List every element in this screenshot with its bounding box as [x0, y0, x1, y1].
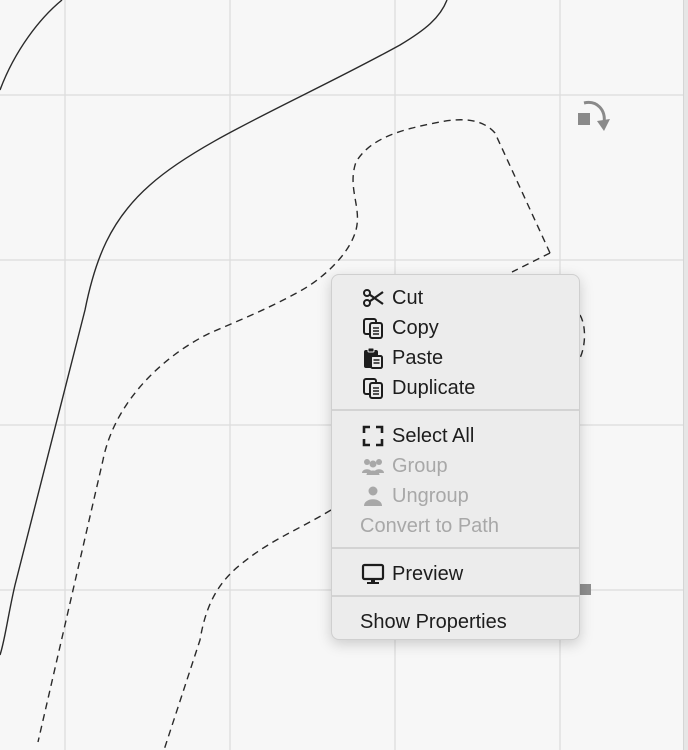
solid-curve-path[interactable]	[0, 0, 63, 91]
menu-item-select-all[interactable]: Select All	[332, 421, 579, 451]
menu-item-label: Select All	[392, 424, 475, 447]
menu-item-label: Preview	[392, 562, 464, 585]
menu-item-preview[interactable]: Preview	[332, 559, 579, 589]
ungroup-icon	[360, 483, 386, 509]
menu-item-label: Cut	[392, 286, 424, 309]
window-edge	[683, 0, 688, 750]
menu-item-show-properties[interactable]: Show Properties	[332, 607, 579, 637]
select-all-icon	[360, 423, 386, 449]
group-icon	[360, 453, 386, 479]
menu-item-ungroup[interactable]: Ungroup	[332, 481, 579, 511]
menu-item-cut[interactable]: Cut	[332, 283, 579, 313]
menu-separator	[332, 547, 579, 549]
scissors-icon	[360, 285, 386, 311]
menu-separator	[332, 595, 579, 597]
menu-item-label: Duplicate	[392, 376, 476, 399]
menu-separator	[332, 409, 579, 411]
copy-icon	[360, 315, 386, 341]
menu-item-convert-to-path[interactable]: Convert to Path	[332, 511, 579, 541]
rotate-handle-icon[interactable]	[578, 100, 610, 131]
menu-item-copy[interactable]: Copy	[332, 313, 579, 343]
menu-item-label: Convert to Path	[360, 514, 499, 537]
menu-item-paste[interactable]: Paste	[332, 343, 579, 373]
menu-item-duplicate[interactable]: Duplicate	[332, 373, 579, 403]
resize-handle[interactable]	[580, 584, 591, 595]
menu-item-label: Paste	[392, 346, 444, 369]
menu-item-label: Ungroup	[392, 484, 469, 507]
menu-item-label: Show Properties	[360, 610, 507, 633]
context-menu: Cut Copy Paste Duplicate Select All Grou…	[331, 274, 580, 640]
paste-icon	[360, 345, 386, 371]
menu-item-group[interactable]: Group	[332, 451, 579, 481]
menu-item-label: Copy	[392, 316, 439, 339]
monitor-icon	[360, 561, 386, 587]
duplicate-icon	[360, 375, 386, 401]
menu-item-label: Group	[392, 454, 448, 477]
